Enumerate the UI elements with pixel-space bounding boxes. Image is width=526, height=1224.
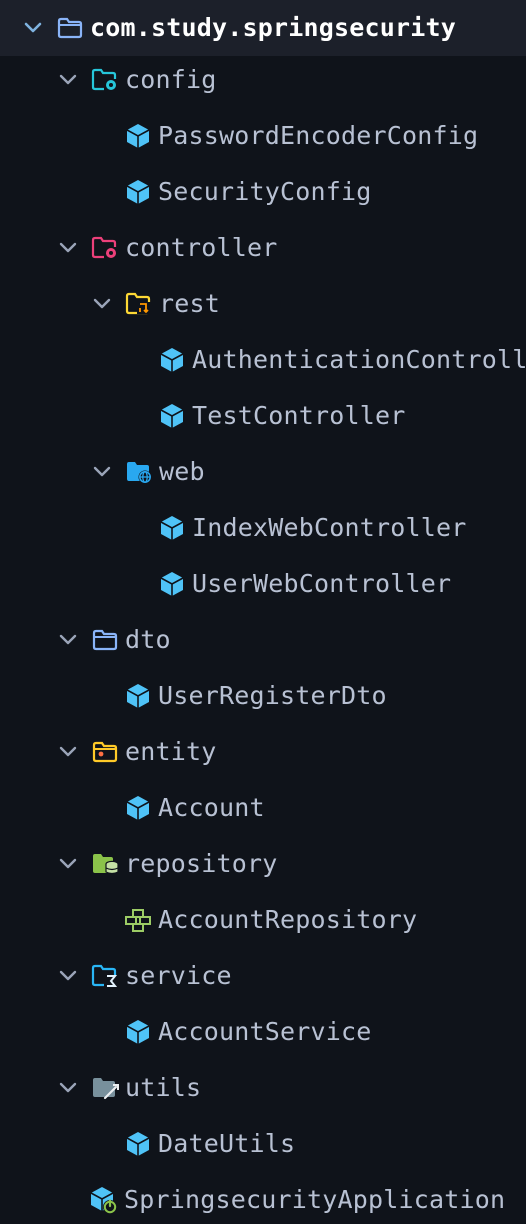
tree-node-label: rest bbox=[159, 289, 221, 318]
config-folder-icon bbox=[91, 66, 119, 94]
tree-node-label: TestController bbox=[192, 401, 406, 430]
service-folder-icon bbox=[91, 962, 119, 990]
tree-node-label: repository bbox=[125, 849, 278, 878]
tree-node-label: UserWebController bbox=[192, 569, 452, 598]
tree-node-password-encoder-config[interactable]: PasswordEncoderConfig bbox=[0, 108, 526, 164]
tree-node-index-web-controller[interactable]: IndexWebController bbox=[0, 500, 526, 556]
spring-boot-app-icon bbox=[90, 1186, 118, 1214]
project-tree: com.study.springsecurity config Password… bbox=[0, 0, 526, 1224]
class-icon bbox=[124, 682, 152, 710]
tree-node-test-controller[interactable]: TestController bbox=[0, 388, 526, 444]
rest-folder-icon bbox=[125, 290, 153, 318]
tree-node-label: SecurityConfig bbox=[158, 177, 372, 206]
tree-node-repository[interactable]: repository bbox=[0, 836, 526, 892]
tree-node-label: utils bbox=[125, 1073, 202, 1102]
tree-node-controller[interactable]: controller bbox=[0, 220, 526, 276]
class-icon bbox=[158, 514, 186, 542]
entity-folder-icon bbox=[91, 738, 119, 766]
tree-node-root-package[interactable]: com.study.springsecurity bbox=[0, 0, 526, 56]
tree-node-account-repository[interactable]: AccountRepository bbox=[0, 892, 526, 948]
chevron-down-icon[interactable] bbox=[57, 629, 79, 651]
tree-node-security-config[interactable]: SecurityConfig bbox=[0, 164, 526, 220]
utils-folder-icon bbox=[91, 1074, 119, 1102]
tree-node-label: dto bbox=[125, 625, 171, 654]
class-icon bbox=[124, 1018, 152, 1046]
chevron-down-icon[interactable] bbox=[22, 17, 44, 39]
tree-node-label: SpringsecurityApplication bbox=[124, 1185, 506, 1214]
web-folder-icon bbox=[125, 458, 153, 486]
tree-node-dto[interactable]: dto bbox=[0, 612, 526, 668]
class-icon bbox=[158, 570, 186, 598]
tree-node-label: service bbox=[125, 961, 232, 990]
folder-icon bbox=[56, 14, 84, 42]
tree-node-label: IndexWebController bbox=[192, 513, 467, 542]
class-icon bbox=[158, 402, 186, 430]
tree-node-label: UserRegisterDto bbox=[158, 681, 387, 710]
tree-node-account-service[interactable]: AccountService bbox=[0, 1004, 526, 1060]
chevron-down-icon[interactable] bbox=[57, 237, 79, 259]
folder-icon bbox=[91, 626, 119, 654]
tree-node-date-utils[interactable]: DateUtils bbox=[0, 1116, 526, 1172]
repository-folder-icon bbox=[91, 850, 119, 878]
tree-node-account[interactable]: Account bbox=[0, 780, 526, 836]
tree-node-springsecurity-application[interactable]: SpringsecurityApplication bbox=[0, 1172, 526, 1224]
tree-node-user-register-dto[interactable]: UserRegisterDto bbox=[0, 668, 526, 724]
controller-folder-icon bbox=[91, 234, 119, 262]
tree-node-authentication-controller[interactable]: AuthenticationControll bbox=[0, 332, 526, 388]
class-icon bbox=[124, 122, 152, 150]
tree-node-label: AuthenticationControll bbox=[192, 345, 526, 374]
tree-node-entity[interactable]: entity bbox=[0, 724, 526, 780]
tree-node-label: config bbox=[125, 65, 217, 94]
tree-node-label: PasswordEncoderConfig bbox=[158, 121, 479, 150]
class-icon bbox=[158, 346, 186, 374]
tree-node-label: controller bbox=[125, 233, 278, 262]
class-icon bbox=[124, 794, 152, 822]
chevron-down-icon[interactable] bbox=[57, 1077, 79, 1099]
tree-node-rest[interactable]: rest bbox=[0, 276, 526, 332]
chevron-down-icon[interactable] bbox=[57, 69, 79, 91]
tree-node-label: web bbox=[159, 457, 205, 486]
class-icon bbox=[124, 178, 152, 206]
chevron-down-icon[interactable] bbox=[57, 965, 79, 987]
repository-interface-icon bbox=[124, 906, 152, 934]
tree-node-user-web-controller[interactable]: UserWebController bbox=[0, 556, 526, 612]
tree-node-label: Account bbox=[158, 793, 265, 822]
chevron-down-icon[interactable] bbox=[57, 853, 79, 875]
tree-node-label: entity bbox=[125, 737, 217, 766]
tree-node-label: com.study.springsecurity bbox=[90, 13, 457, 42]
chevron-down-icon[interactable] bbox=[91, 461, 113, 483]
tree-node-config[interactable]: config bbox=[0, 52, 526, 108]
chevron-down-icon[interactable] bbox=[57, 741, 79, 763]
tree-node-label: DateUtils bbox=[158, 1129, 296, 1158]
tree-node-web[interactable]: web bbox=[0, 444, 526, 500]
tree-node-label: AccountService bbox=[158, 1017, 372, 1046]
tree-node-utils[interactable]: utils bbox=[0, 1060, 526, 1116]
tree-node-label: AccountRepository bbox=[158, 905, 418, 934]
tree-node-service[interactable]: service bbox=[0, 948, 526, 1004]
chevron-down-icon[interactable] bbox=[91, 293, 113, 315]
class-icon bbox=[124, 1130, 152, 1158]
